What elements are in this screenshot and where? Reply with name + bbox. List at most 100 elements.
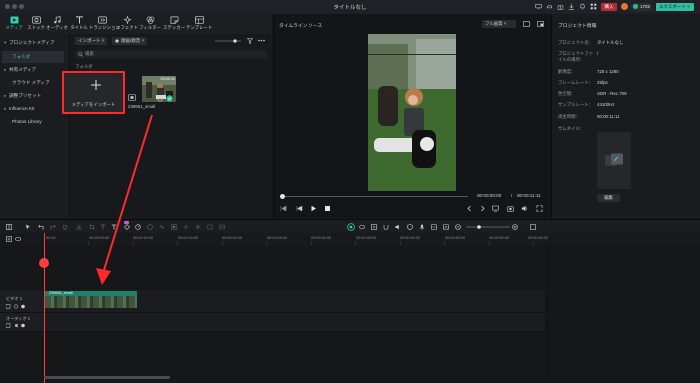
undo-icon[interactable] xyxy=(38,224,44,230)
audio-edit-icon[interactable] xyxy=(159,224,165,230)
avatar[interactable] xyxy=(621,3,628,10)
title-tool-icon[interactable] xyxy=(111,224,117,230)
settings-icon[interactable] xyxy=(157,96,163,102)
ruler-label: 00:00:15:00 xyxy=(178,236,199,240)
timeline-zoom-slider[interactable] xyxy=(466,225,510,229)
sidebar-item-cloud-media[interactable]: クラウド メディア xyxy=(12,78,50,88)
progress-handle[interactable] xyxy=(280,194,285,199)
playhead[interactable] xyxy=(44,233,45,383)
stabilize-icon[interactable] xyxy=(183,224,189,230)
mark-out-icon[interactable] xyxy=(479,205,486,212)
color-icon[interactable] xyxy=(147,224,153,230)
redo-icon[interactable] xyxy=(50,224,56,230)
download-icon[interactable] xyxy=(568,3,575,10)
zoom-slider[interactable] xyxy=(215,39,241,43)
edit-thumbnail-button[interactable]: 編集 xyxy=(597,194,620,202)
playhead-handle[interactable] xyxy=(39,258,49,268)
import-media-card[interactable]: メディアをインポート xyxy=(62,71,125,114)
sidebar-item-influence-kit[interactable]: ▸ Influence Kit xyxy=(4,104,34,114)
zoom-out-icon[interactable] xyxy=(455,224,461,230)
tab-transitions[interactable]: トランジション xyxy=(89,15,120,33)
preview-panel: タイムライン ソース フル画質 ˅ 00:00:00:00 / 00:00:11… xyxy=(273,14,550,218)
tab-templates[interactable]: テンプレート xyxy=(186,15,212,33)
preview-progress-bar[interactable] xyxy=(282,196,468,197)
more-icon[interactable] xyxy=(258,39,265,42)
add-track-icon[interactable] xyxy=(6,236,12,242)
tab-source-preview[interactable]: ソース xyxy=(308,22,322,29)
timeline-vertical-scrollbar[interactable] xyxy=(545,245,549,383)
stock-icon xyxy=(31,16,41,24)
gift-icon[interactable] xyxy=(557,3,564,10)
camera-icon[interactable] xyxy=(507,205,514,212)
text-icon xyxy=(75,16,83,24)
snapshot-icon[interactable] xyxy=(523,21,530,27)
filter-funnel-icon[interactable] xyxy=(247,38,253,44)
mark-in-icon[interactable] xyxy=(466,205,473,212)
timeline-tracks: ビデオ 1 オーディオ 1 xyxy=(0,245,700,383)
sidebar-item-shared-media[interactable]: ▸ 共有メディア xyxy=(4,65,36,75)
project-thumbnail[interactable] xyxy=(597,132,631,189)
snap-icon[interactable] xyxy=(383,224,389,230)
zoom-in-icon[interactable] xyxy=(512,224,518,230)
track-link-icon[interactable] xyxy=(15,236,21,242)
volume-icon[interactable] xyxy=(521,205,528,212)
select-tool-icon[interactable] xyxy=(25,224,31,230)
grid-icon[interactable] xyxy=(590,3,597,10)
microphone-icon[interactable] xyxy=(419,224,425,230)
speed-icon[interactable] xyxy=(135,224,141,230)
buy-button[interactable]: 購入 xyxy=(601,3,617,11)
ai-tool-icon[interactable] xyxy=(207,224,213,230)
timeline-horizontal-scrollbar[interactable] xyxy=(44,376,170,379)
stop-icon[interactable] xyxy=(324,205,331,212)
track-controls-icon[interactable] xyxy=(6,323,28,328)
skip-back-icon[interactable] xyxy=(280,205,287,212)
freeze-icon[interactable] xyxy=(195,224,201,230)
credits-badge[interactable]: 1702 xyxy=(631,3,653,11)
play-icon[interactable] xyxy=(310,205,317,212)
expand-icon[interactable] xyxy=(536,205,543,212)
track-controls-icon[interactable] xyxy=(6,304,28,309)
shield-icon[interactable] xyxy=(407,224,413,230)
tab-stickers[interactable]: ステッカー xyxy=(161,15,187,33)
export-button[interactable]: エクスポート ˅ xyxy=(656,3,694,11)
voiceover-icon[interactable] xyxy=(431,224,437,230)
sidebar-item-label: プロジェクトメディア xyxy=(9,40,55,45)
media-icon xyxy=(10,16,18,24)
total-timecode: 00:00:11:11 xyxy=(517,193,541,198)
delete-icon[interactable] xyxy=(62,224,68,230)
sidebar-item-folder[interactable]: フォルダ xyxy=(12,52,30,62)
split-icon[interactable] xyxy=(76,224,82,230)
fullscreen-layout-icon[interactable] xyxy=(537,21,544,27)
layout-icon[interactable] xyxy=(6,224,12,230)
keyframe-icon[interactable] xyxy=(124,224,130,230)
display-icon[interactable] xyxy=(492,205,499,212)
link-icon[interactable] xyxy=(359,224,365,230)
import-dropdown[interactable]: インポート ˅ xyxy=(75,37,108,45)
video-clip[interactable]: 239661_small xyxy=(45,291,137,308)
audio-duck-icon[interactable] xyxy=(395,224,401,230)
crop-icon[interactable] xyxy=(89,224,95,230)
ruler-label: 00:00:50:00 xyxy=(489,236,510,240)
text-tool-icon[interactable] xyxy=(100,224,106,230)
auto-ripple-icon[interactable] xyxy=(347,223,355,231)
quality-dropdown[interactable]: フル画質 ˅ xyxy=(482,20,516,28)
step-back-icon[interactable] xyxy=(296,205,303,212)
mask-icon[interactable] xyxy=(171,224,177,230)
bell-icon[interactable] xyxy=(579,3,586,10)
sidebar-item-adjust-presets[interactable]: ▸ 調整プリセット xyxy=(4,91,41,101)
sort-dropdown[interactable]: 録画/録音 ˅ xyxy=(112,37,148,45)
sidebar-item-photos-library[interactable]: Photos Library xyxy=(12,117,42,127)
tab-timeline-preview[interactable]: タイムライン xyxy=(279,22,307,29)
marker-icon[interactable] xyxy=(371,224,377,230)
timeline-settings-icon[interactable] xyxy=(530,224,536,230)
monitor-icon[interactable] xyxy=(535,3,542,10)
sidebar-item-project-media[interactable]: ▾ プロジェクトメディア xyxy=(4,38,55,48)
ruler-label: 00:00:40:00 xyxy=(400,236,421,240)
effects-layer-icon[interactable] xyxy=(443,224,449,230)
ruler-ticks xyxy=(44,241,534,245)
tab-filters[interactable]: フィルター xyxy=(137,15,163,33)
detach-audio-icon[interactable] xyxy=(219,224,225,230)
cloud-icon[interactable] xyxy=(546,3,553,10)
search-input[interactable]: 検索 xyxy=(75,50,267,58)
audio-track-lane[interactable] xyxy=(44,313,545,332)
